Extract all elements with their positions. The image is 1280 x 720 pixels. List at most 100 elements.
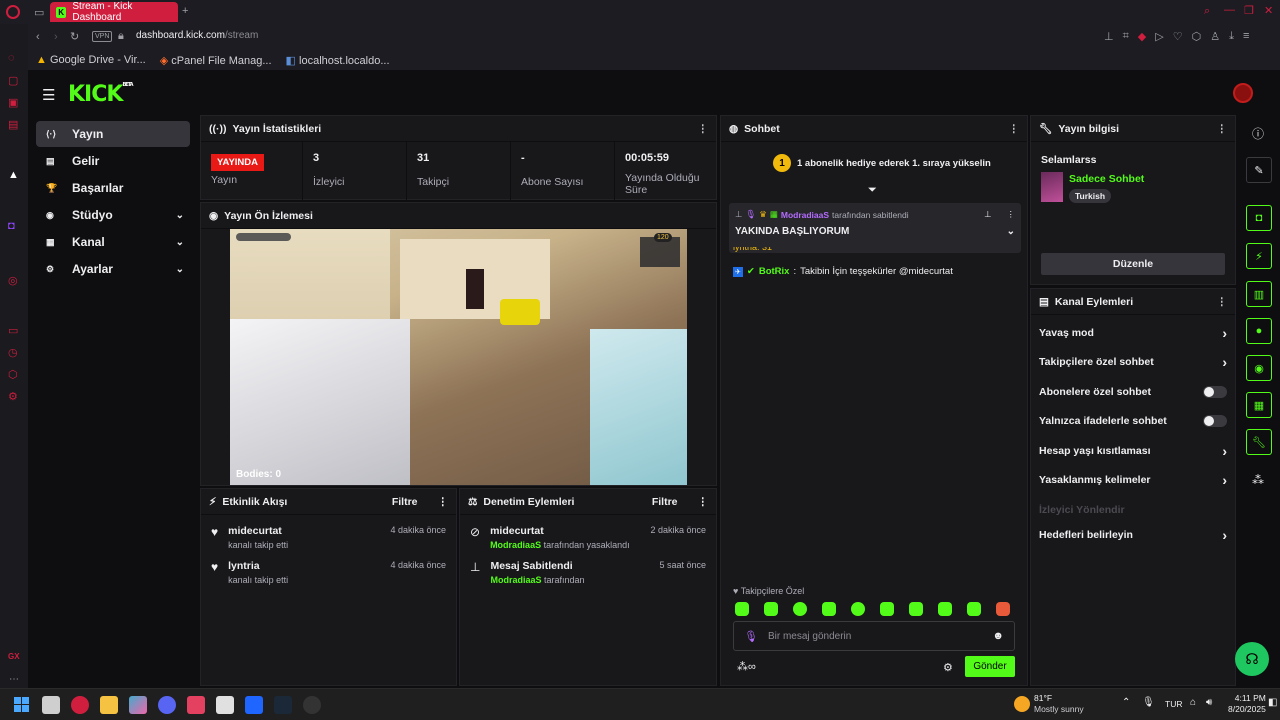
emote-icon[interactable] (880, 602, 894, 616)
document-icon[interactable]: ▥ (1246, 281, 1272, 307)
unpin-icon[interactable]: ⊥ (984, 209, 991, 220)
reload-icon[interactable]: ↻ (70, 30, 79, 43)
activity-username[interactable]: lyntria (228, 560, 288, 572)
file-explorer-icon[interactable] (100, 696, 118, 714)
sidebar-player-icon[interactable]: ◎ (8, 274, 18, 287)
weather-sun-icon[interactable] (1014, 696, 1030, 712)
chat-input[interactable]: 🎙︎ Bir mesaj gönderin ☻ (733, 621, 1015, 651)
user-avatar[interactable] (1233, 83, 1253, 103)
nav-item-3[interactable]: 🏆 Başarılar (36, 175, 190, 201)
url-text[interactable]: dashboard.kick.com/stream (136, 30, 258, 41)
mic-icon[interactable]: 🎙︎ (744, 630, 758, 643)
roblox-icon[interactable] (216, 696, 234, 714)
category-thumbnail[interactable] (1041, 172, 1063, 202)
browser-tab-active[interactable]: K Stream - Kick Dashboard (50, 1, 178, 23)
chevron-down-icon[interactable]: ⌄ (1007, 226, 1015, 237)
network-icon[interactable]: ⌂ (1190, 697, 1196, 708)
chat-settings-shortcut-icon[interactable]: ⁂∞ (737, 660, 756, 673)
chevron-down-icon[interactable]: ⌄ (176, 210, 184, 221)
emote-icon[interactable] (967, 602, 981, 616)
new-tab-icon[interactable]: + (182, 5, 188, 17)
pin-icon[interactable]: ⊥ (1104, 30, 1114, 43)
sidebar-more-icon[interactable]: ⋯ (9, 674, 19, 685)
heart-icon[interactable]: ♡ (1173, 30, 1183, 43)
wrench-icon[interactable]: 🔧︎ (1246, 429, 1272, 455)
hamburger-menu-icon[interactable]: ☰ (42, 86, 55, 104)
stream-info-menu-icon[interactable]: ⋮ (1217, 123, 1228, 135)
moderation-actor[interactable]: ModradiaaS (490, 540, 541, 550)
emote-icon[interactable] (851, 602, 865, 616)
chevron-right-icon[interactable]: › (1222, 443, 1227, 459)
steam-icon[interactable] (274, 696, 292, 714)
chat-menu-icon[interactable]: ⋮ (1009, 123, 1020, 135)
back-icon[interactable]: ‹ (36, 31, 40, 43)
microphone-icon[interactable]: 🎙︎ (1142, 697, 1155, 708)
more-tools-icon[interactable]: ⁂ (1252, 473, 1264, 487)
tray-expand-icon[interactable]: ⌃ (1122, 697, 1130, 708)
channel-action-row[interactable]: Yasaklanmış kelimeler › (1031, 466, 1235, 496)
chevron-right-icon[interactable]: › (1222, 472, 1227, 488)
search-icon[interactable]: ⌕ (1204, 5, 1210, 18)
lock-icon[interactable]: 🔒︎ (118, 30, 124, 43)
app-icon[interactable] (187, 696, 205, 714)
toggle-switch[interactable] (1203, 415, 1227, 428)
emoji-icon[interactable]: ☻ (992, 630, 1004, 642)
emote-icon[interactable] (735, 602, 749, 616)
bolt-icon[interactable]: ⚡︎ (1246, 243, 1272, 269)
support-headset-icon[interactable]: ☊ (1235, 642, 1269, 676)
moderation-target[interactable]: midecurtat (490, 525, 630, 537)
gear-icon[interactable]: ⚙ (943, 661, 953, 674)
sidebar-wallet-icon[interactable]: ▣ (8, 96, 18, 109)
play-icon[interactable]: ▷ (1155, 30, 1163, 43)
info-icon[interactable]: ⓘ (1252, 125, 1264, 142)
toggle-switch[interactable] (1203, 385, 1227, 398)
stream-stats-menu-icon[interactable]: ⋮ (698, 123, 709, 135)
sidebar-gx-icon[interactable]: GX (8, 652, 20, 661)
emote-icon[interactable] (822, 602, 836, 616)
chevron-right-icon[interactable]: › (1222, 527, 1227, 543)
shield-icon[interactable]: ◆ (1138, 30, 1146, 43)
close-window-icon[interactable]: ✕ (1264, 4, 1273, 17)
minimize-icon[interactable]: — (1224, 4, 1235, 16)
broadcast-icon[interactable]: ◉ (1246, 355, 1272, 381)
opera-logo-icon[interactable] (6, 5, 20, 19)
discord-icon[interactable] (158, 696, 176, 714)
language-indicator[interactable]: TUR (1165, 699, 1182, 709)
moderation-actor[interactable]: ModradiaaS (490, 575, 541, 585)
activity-filter-button[interactable]: Filtre (392, 496, 418, 508)
sidebar-ai-icon[interactable]: ◌ (8, 52, 15, 64)
chat-username[interactable]: BotRix (759, 266, 790, 277)
copilot-icon[interactable] (129, 696, 147, 714)
emote-icon[interactable] (909, 602, 923, 616)
chat-collapse-icon[interactable]: ⏷ (868, 184, 877, 197)
sidebar-cube-icon[interactable]: ⬡ (8, 368, 18, 381)
volume-icon[interactable]: 🔊︎ (1206, 697, 1212, 708)
channel-action-row[interactable]: Hedefleri belirleyin › (1031, 521, 1235, 551)
forward-icon[interactable]: › (54, 31, 58, 43)
chat-bubble-icon[interactable]: ● (1246, 318, 1272, 344)
send-button[interactable]: Gönder (965, 656, 1015, 677)
notifications-icon[interactable]: ◧ (1268, 697, 1277, 708)
emote-icon[interactable] (764, 602, 778, 616)
bookmark-cpanel[interactable]: ◈ cPanel File Manag... (160, 54, 272, 67)
chevron-right-icon[interactable]: › (1222, 354, 1227, 370)
camera-icon[interactable]: ◘ (1246, 205, 1272, 231)
nav-item-5[interactable]: ▦ Kanal ⌄ (36, 229, 190, 255)
download-icon[interactable]: ⤓ (1229, 30, 1234, 43)
activity-username[interactable]: midecurtat (228, 525, 288, 537)
channel-action-row[interactable]: Takipçilere özel sohbet › (1031, 348, 1235, 378)
task-view-icon[interactable] (42, 696, 60, 714)
easy-setup-icon[interactable]: ≡ (1243, 30, 1249, 43)
emote-icon[interactable] (793, 602, 807, 616)
channel-action-row[interactable]: Yavaş mod › (1031, 318, 1235, 348)
edit-icon[interactable]: ✎ (1246, 157, 1272, 183)
stream-tag[interactable]: Turkish (1069, 189, 1112, 203)
emote-icon[interactable] (938, 602, 952, 616)
opera-gx-icon[interactable] (71, 696, 89, 714)
moderation-filter-button[interactable]: Filtre (652, 496, 678, 508)
stream-preview-video[interactable]: 120 Bodies: 0 (230, 229, 687, 485)
channel-actions-menu-icon[interactable]: ⋮ (1217, 296, 1228, 308)
sidebar-history-icon[interactable]: ◷ (8, 346, 18, 359)
channel-action-row[interactable]: Yalnızca ifadelerle sohbet (1031, 407, 1235, 437)
pinned-by-user[interactable]: ModradiaaS (781, 210, 829, 220)
